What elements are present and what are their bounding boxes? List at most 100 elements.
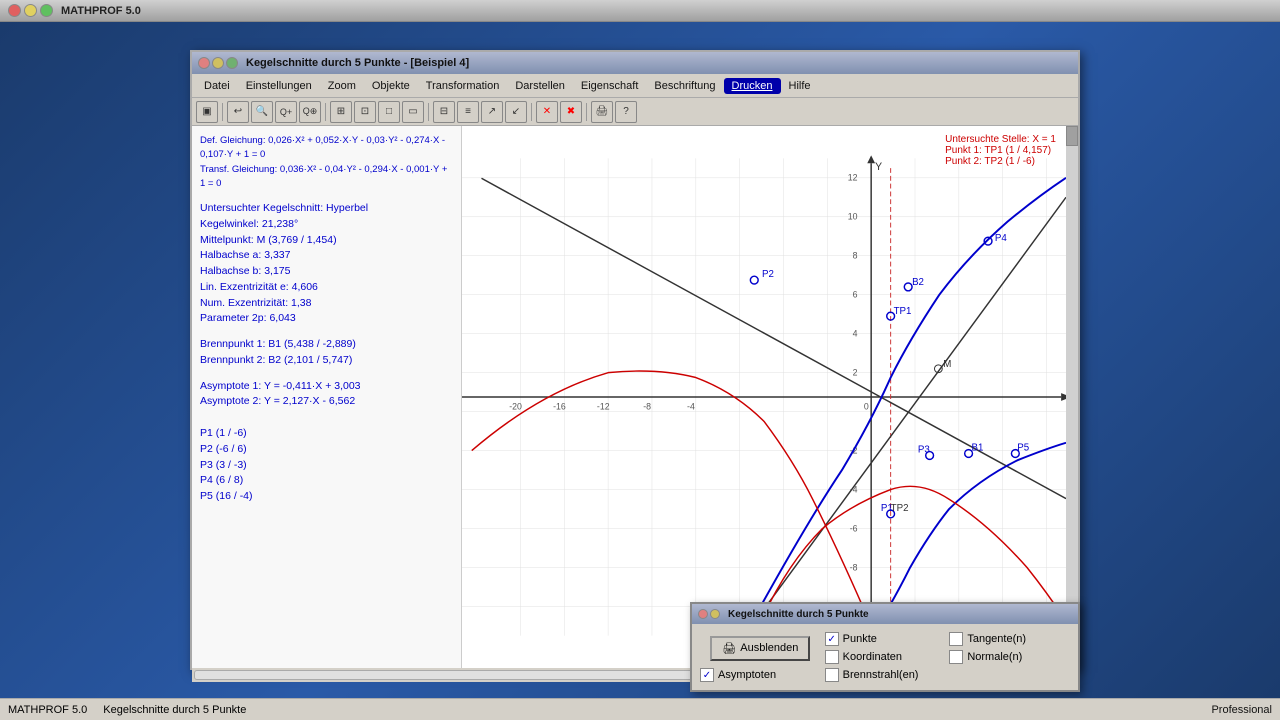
menu-zoom[interactable]: Zoom [320, 78, 364, 94]
status-right: Professional [1211, 704, 1272, 716]
menu-beschriftung[interactable]: Beschriftung [646, 78, 723, 94]
cb-tangente-label: Tangente(n) [967, 633, 1026, 645]
cb-brennstrahl-box[interactable] [825, 668, 839, 682]
svg-text:-12: -12 [597, 402, 610, 412]
menu-drucken[interactable]: Drucken [724, 78, 781, 94]
toolbar-print-btn[interactable]: 🖨 [591, 101, 613, 123]
p4: P4 (6 / 8) [200, 473, 453, 489]
main-min-button[interactable] [212, 57, 224, 69]
cb-normale[interactable]: Normale(n) [949, 650, 1070, 664]
svg-text:-4: -4 [687, 402, 695, 412]
toolbar-fit-btn[interactable]: ⊡ [354, 101, 376, 123]
svg-text:8: 8 [853, 251, 858, 261]
menu-eigenschaft[interactable]: Eigenschaft [573, 78, 646, 94]
toolbar-table2-btn[interactable]: ≡ [457, 101, 479, 123]
menu-darstellen[interactable]: Darstellen [507, 78, 573, 94]
toolbar-del-btn[interactable]: ✕ [536, 101, 558, 123]
window-buttons[interactable] [8, 4, 53, 17]
toolbar-sep3 [428, 103, 429, 121]
status-app-name: MATHPROF 5.0 [8, 704, 87, 716]
popup-content: ✓ Punkte Tangente(n) 🖨 Ausblenden Koordi… [692, 624, 1078, 690]
cb-normale-box[interactable] [949, 650, 963, 664]
cb-koordinaten-box[interactable] [825, 650, 839, 664]
toolbar-btn4[interactable]: ▭ [402, 101, 424, 123]
toolbar-sep2 [325, 103, 326, 121]
ausblenden-icon: 🖨 [722, 642, 736, 655]
info-panel: Def. Gleichung: 0,026·X² + 0,052·X·Y - 0… [192, 126, 462, 668]
toolbar-mode-btn[interactable]: ▣ [196, 101, 218, 123]
popup-title-bar: Kegelschnitte durch 5 Punkte [692, 604, 1078, 624]
toolbar-sep4 [531, 103, 532, 121]
toolbar-undo-btn[interactable]: ↩ [227, 101, 249, 123]
main-max-button[interactable] [226, 57, 238, 69]
toolbar-export-btn[interactable]: ↗ [481, 101, 503, 123]
svg-text:B2: B2 [912, 277, 924, 288]
toolbar-zoom-out-btn[interactable]: 🔍 [251, 101, 273, 123]
transf-gleichung: Transf. Gleichung: 0,036·X² - 0,04·Y² - … [200, 163, 453, 192]
toolbar-btn3[interactable]: □ [378, 101, 400, 123]
svg-text:-6: -6 [850, 523, 858, 533]
p1: P1 (1 / -6) [200, 426, 453, 442]
cb-asymptoten-box[interactable]: ✓ [700, 668, 714, 682]
app-title-bar: MATHPROF 5.0 [0, 0, 1280, 22]
svg-text:-8: -8 [850, 562, 858, 572]
svg-text:12: 12 [848, 173, 858, 183]
svg-text:2: 2 [853, 368, 858, 378]
cb-koordinaten[interactable]: Koordinaten [825, 650, 946, 664]
svg-text:P2: P2 [762, 269, 774, 280]
cb-punkte[interactable]: ✓ Punkte [825, 632, 946, 646]
svg-text:0: 0 [864, 402, 869, 412]
menu-datei[interactable]: Datei [196, 78, 238, 94]
cb-tangente[interactable]: Tangente(n) [949, 632, 1070, 646]
toolbar-zoom-reset-btn[interactable]: Q⊕ [299, 101, 321, 123]
svg-text:M: M [943, 359, 951, 370]
popup-window-buttons[interactable] [698, 609, 720, 619]
svg-text:-16: -16 [553, 402, 566, 412]
right-scrollbar[interactable] [1066, 126, 1078, 668]
toolbar-grid-btn[interactable]: ⊞ [330, 101, 352, 123]
minimize-button[interactable] [24, 4, 37, 17]
toolbar-table-btn[interactable]: ⊟ [433, 101, 455, 123]
exzentrizitat-num: Num. Exzentrizität: 1,38 [200, 296, 453, 312]
svg-text:-20: -20 [509, 402, 522, 412]
cb-brennstrahl-label: Brennstrahl(en) [843, 669, 919, 681]
menu-transformation[interactable]: Transformation [418, 78, 508, 94]
mittelpunkt: Mittelpunkt: M (3,769 / 1,454) [200, 233, 453, 249]
punkt1: Punkt 1: TP1 (1 / 4,157) [945, 145, 1056, 156]
toolbar-help-btn[interactable]: ? [615, 101, 637, 123]
halbachse-b: Halbachse b: 3,175 [200, 264, 453, 280]
svg-text:P5: P5 [1017, 443, 1029, 454]
ausblenden-button[interactable]: 🖨 Ausblenden [710, 636, 810, 661]
graph-area[interactable]: X Y -20 -16 -12 -8 -4 0 12 10 8 6 4 2 -2… [462, 126, 1066, 668]
menu-einstellungen[interactable]: Einstellungen [238, 78, 320, 94]
p3: P3 (3 / -3) [200, 458, 453, 474]
status-edition: Professional [1211, 704, 1272, 716]
popup-min-btn[interactable] [710, 609, 720, 619]
app-title: MATHPROF 5.0 [61, 5, 141, 17]
menu-objekte[interactable]: Objekte [364, 78, 418, 94]
svg-text:TP2: TP2 [891, 503, 909, 514]
toolbar-import-btn[interactable]: ↙ [505, 101, 527, 123]
close-button[interactable] [8, 4, 21, 17]
status-module-name: Kegelschnitte durch 5 Punkte [103, 704, 246, 716]
cb-tangente-box[interactable] [949, 632, 963, 646]
maximize-button[interactable] [40, 4, 53, 17]
main-window-title: Kegelschnitte durch 5 Punkte - [Beispiel… [246, 57, 469, 69]
scroll-thumb-top[interactable] [1066, 126, 1078, 146]
brennpunkt1: Brennpunkt 1: B1 (5,438 / -2,889) [200, 337, 453, 353]
main-close-button[interactable] [198, 57, 210, 69]
cb-brennstrahl[interactable]: Brennstrahl(en) [825, 668, 946, 682]
cb-asymptoten[interactable]: ✓ Asymptoten [700, 668, 821, 682]
main-title-bar: Kegelschnitte durch 5 Punkte - [Beispiel… [192, 52, 1078, 74]
ausblenden-area: 🖨 Ausblenden [700, 636, 821, 661]
toolbar-zoom-in-btn[interactable]: Q+ [275, 101, 297, 123]
toolbar-del2-btn[interactable]: ✖ [560, 101, 582, 123]
toolbar-sep1 [222, 103, 223, 121]
popup-close-btn[interactable] [698, 609, 708, 619]
cb-punkte-box[interactable]: ✓ [825, 632, 839, 646]
svg-text:Y: Y [875, 161, 882, 173]
svg-text:4: 4 [853, 329, 858, 339]
main-window-buttons[interactable] [198, 57, 238, 69]
menu-hilfe[interactable]: Hilfe [781, 78, 819, 94]
untersuchte-stelle: Untersuchte Stelle: X = 1 [945, 134, 1056, 145]
